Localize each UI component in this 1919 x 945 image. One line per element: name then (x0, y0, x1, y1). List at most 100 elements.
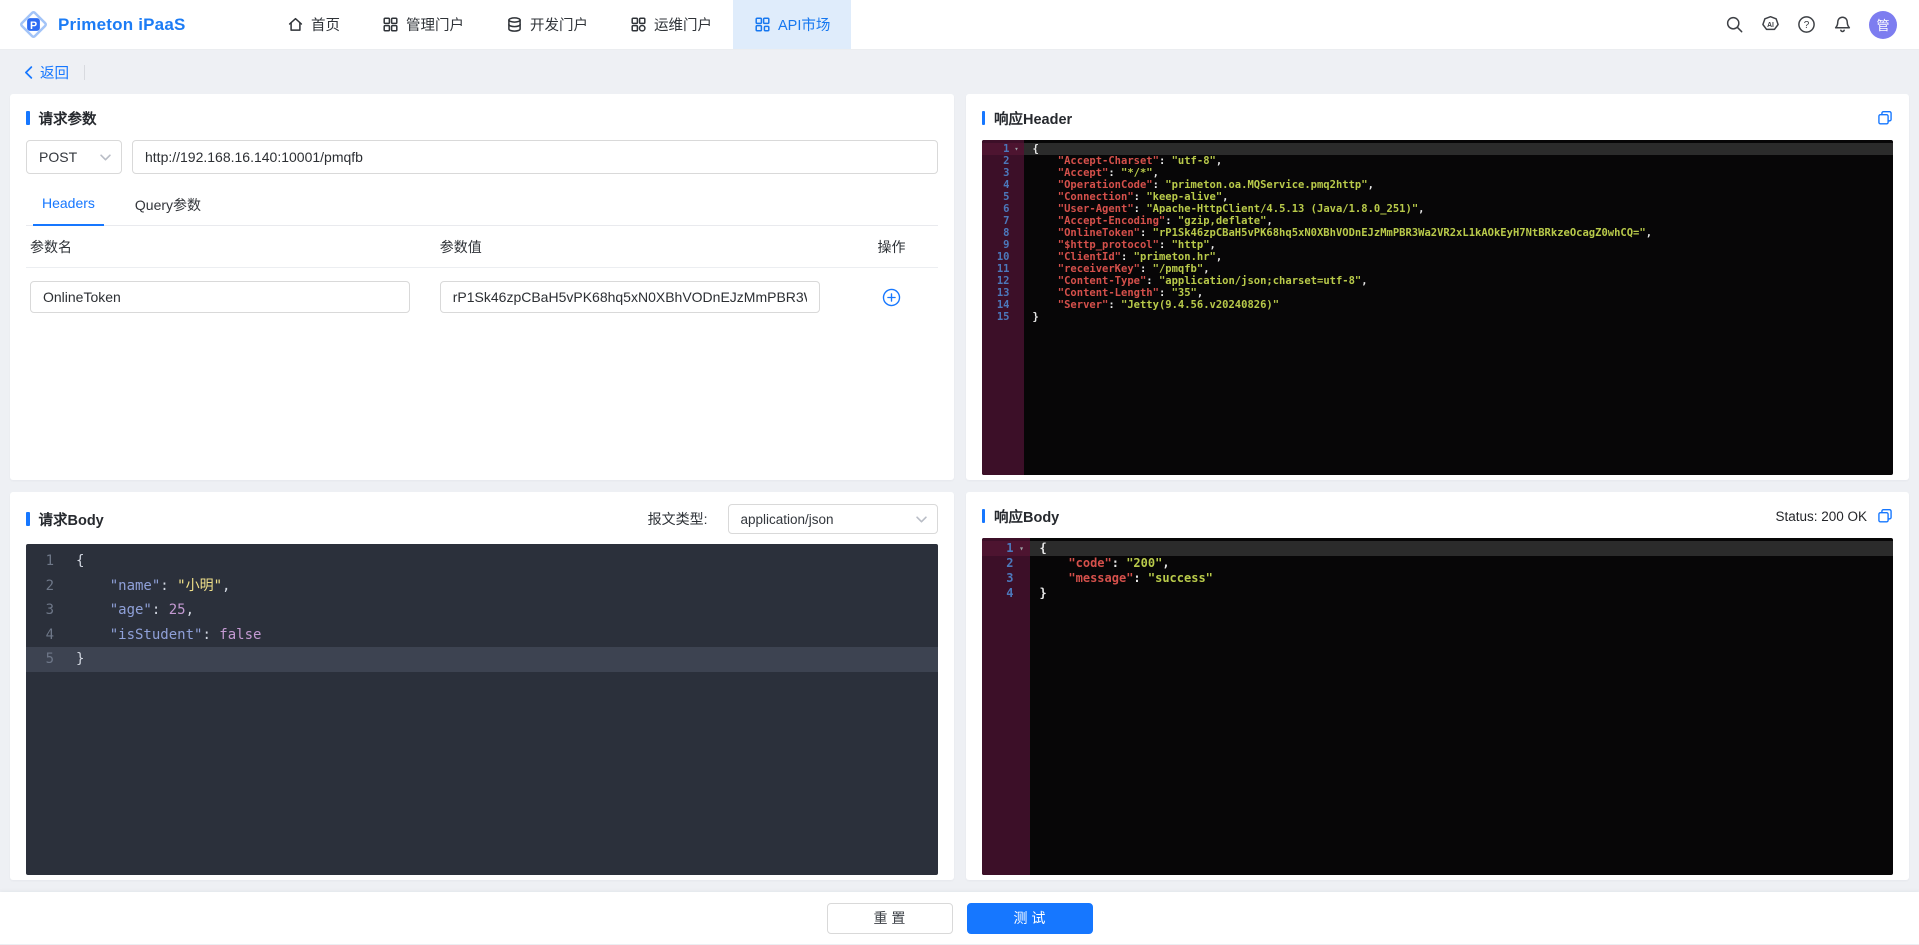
code-line: 4} (982, 586, 1894, 601)
code-text: "message": "success" (1039, 571, 1213, 585)
code-text: "Accept-Charset": "utf-8", (1032, 155, 1223, 167)
avatar[interactable]: 管 (1869, 10, 1897, 39)
tab-query-params[interactable]: Query参数 (133, 187, 203, 225)
line-number: 2 (1003, 155, 1010, 167)
code-line: 5} (26, 647, 938, 672)
search-icon[interactable] (1725, 15, 1744, 34)
chevron-down-icon (100, 153, 111, 161)
line-number: 1 (1003, 143, 1010, 155)
code-text: } (76, 651, 85, 667)
code-line: 4 "isStudent": false (26, 623, 938, 648)
url-input[interactable] (132, 140, 938, 174)
code-line: 2 "name": "小明", (26, 574, 938, 599)
nav-item-ops-portal[interactable]: 运维门户 (609, 0, 733, 49)
code-line: 3 "message": "success" (982, 571, 1894, 586)
copy-icon[interactable] (1877, 110, 1893, 126)
code-line: 14 "Server": "Jetty(9.4.56.v20240826)" (982, 299, 1894, 311)
line-number: 3 (1003, 167, 1010, 179)
param-tabs: Headers Query参数 (26, 187, 938, 226)
code-text: "Content-Type": "application/json;charse… (1032, 275, 1368, 287)
status-badge: Status: 200 OK (1775, 508, 1867, 524)
code-text: "Connection": "keep-alive", (1032, 191, 1229, 203)
fold-caret-icon[interactable]: ▾ (1014, 541, 1030, 556)
top-navbar: P Primeton iPaaS 首页 管理门户 开发门户 运维门户 API市场 AI … (0, 0, 1919, 50)
panel-header: 响应Header (981, 106, 1894, 130)
line-number: 13 (996, 287, 1010, 299)
code-text: "receiverKey": "/pmqfb", (1032, 263, 1210, 275)
code-line: 1 ▾ { (981, 541, 1893, 556)
nav-item-home[interactable]: 首页 (266, 0, 361, 49)
panel-title: 请求Body (38, 512, 104, 529)
line-number: 10 (996, 251, 1010, 263)
navbar-actions: AI ? 管 (1725, 0, 1919, 49)
method-value: POST (39, 149, 78, 165)
code-text: } (1032, 311, 1039, 323)
line-number: 5 (45, 651, 54, 667)
panel-title: 请求参数 (38, 111, 97, 128)
brand[interactable]: P Primeton iPaaS (18, 0, 236, 49)
reset-button[interactable]: 重 置 (826, 902, 953, 934)
test-button[interactable]: 测 试 (966, 902, 1093, 934)
line-number: 8 (1003, 227, 1010, 239)
tab-headers[interactable]: Headers (33, 187, 104, 226)
param-value-input[interactable] (439, 281, 820, 313)
line-number: 2 (1006, 556, 1014, 570)
response-body-editor[interactable]: 1 ▾{2 "code": "200", 3 "message": "success… (981, 538, 1894, 875)
nav-item-dev-portal[interactable]: 开发门户 (485, 0, 609, 49)
title-accent-bar (26, 512, 30, 526)
code-line: 7 "Accept-Encoding": "gzip,deflate", (982, 215, 1894, 227)
content-type-select[interactable]: application/json (727, 504, 938, 534)
response-header-editor[interactable]: 1 ▾ {2 "Accept-Charset": "utf-8", 3 "Accept… (981, 140, 1894, 475)
code-line: 6 "User-Agent": "Apache-HttpClient/4.5.1… (982, 203, 1894, 215)
nav-item-admin-portal[interactable]: 管理门户 (361, 0, 485, 49)
chevron-left-icon (25, 65, 33, 79)
main-nav: 首页 管理门户 开发门户 运维门户 API市场 (266, 0, 852, 49)
primeton-logo-icon: P (18, 9, 49, 40)
svg-text:AI: AI (1767, 22, 1774, 29)
help-icon[interactable]: ? (1797, 15, 1816, 34)
response-header-panel: 响应Header 1 ▾ {2 "Accept-Charset": "utf-8",… (965, 94, 1909, 480)
copy-icon[interactable] (1877, 508, 1893, 524)
title-accent-bar (26, 111, 30, 125)
code-line: 1 ▾ { (981, 143, 1893, 155)
code-text: { (1032, 143, 1039, 155)
code-line: 2 "Accept-Charset": "utf-8", (982, 155, 1894, 167)
svg-text:?: ? (1804, 20, 1810, 31)
back-button[interactable]: 返回 (24, 62, 69, 83)
url-row: POST (26, 140, 938, 174)
action-bar: 重 置 测 试 (0, 892, 1919, 944)
code-line: 13 "Content-Length": "35", (982, 287, 1894, 299)
param-name-input[interactable] (30, 281, 410, 313)
code-line: 5 "Connection": "keep-alive", (982, 191, 1894, 203)
fold-caret-icon[interactable]: ▾ (1010, 143, 1024, 155)
nav-item-label: 开发门户 (530, 18, 588, 34)
request-params-panel: 请求参数 POST Headers Query参数 参数名 参数值 操作 (10, 94, 954, 480)
ai-assistant-icon[interactable]: AI (1761, 15, 1780, 34)
code-line: 3 "age": 25, (26, 598, 938, 623)
nav-item-label: 管理门户 (406, 18, 464, 34)
title-accent-bar (981, 111, 985, 125)
notifications-bell-icon[interactable] (1833, 15, 1852, 34)
nav-item-label: 首页 (311, 18, 340, 34)
col-operation: 操作 (877, 239, 906, 255)
request-body-editor[interactable]: 1{2 "name": "小明", 3 "age": 25, 4 "isStuden… (26, 544, 938, 875)
nav-item-api-market[interactable]: API市场 (733, 0, 852, 49)
add-row-button[interactable] (882, 288, 901, 307)
line-number: 2 (45, 577, 54, 594)
line-number: 1 (1006, 541, 1014, 555)
breadcrumb: 返回 (0, 50, 1919, 94)
code-text: } (1039, 586, 1047, 600)
chevron-down-icon (915, 515, 927, 523)
panel-header: 响应Body Status: 200 OK (981, 504, 1894, 528)
method-select[interactable]: POST (26, 140, 122, 174)
